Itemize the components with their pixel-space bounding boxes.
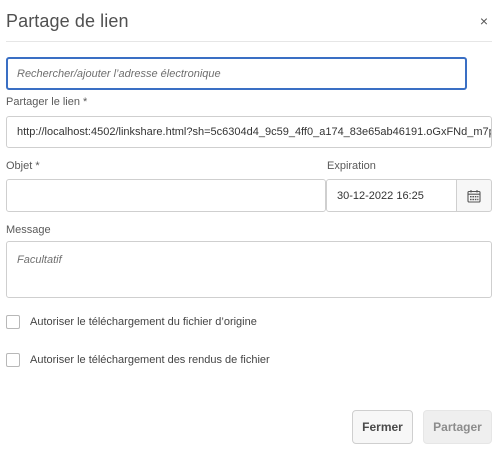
- message-label: Message: [6, 224, 51, 236]
- close-button[interactable]: Fermer: [352, 410, 413, 444]
- header-divider: [6, 41, 492, 42]
- search-placeholder: Rechercher/ajouter l’adresse électroniqu…: [17, 67, 221, 80]
- share-link-label: Partager le lien *: [6, 96, 88, 108]
- allow-renditions-download-checkbox[interactable]: [6, 353, 20, 367]
- subject-field[interactable]: [6, 179, 326, 212]
- share-link-field[interactable]: http://localhost:4502/linkshare.html?sh=…: [6, 116, 492, 148]
- close-icon[interactable]: ×: [478, 14, 490, 28]
- calendar-icon: [467, 189, 481, 203]
- calendar-button[interactable]: [456, 179, 492, 212]
- subject-label: Objet *: [6, 160, 40, 172]
- expiration-date-field[interactable]: 30-12-2022 16:25: [326, 179, 457, 212]
- share-button[interactable]: Partager: [423, 410, 492, 444]
- allow-original-download-label[interactable]: Autoriser le téléchargement du fichier d…: [30, 316, 257, 328]
- message-textarea[interactable]: Facultatif: [6, 241, 492, 298]
- email-search-input[interactable]: Rechercher/ajouter l’adresse électroniqu…: [6, 57, 467, 90]
- allow-original-download-checkbox[interactable]: [6, 315, 20, 329]
- allow-renditions-download-label[interactable]: Autoriser le téléchargement des rendus d…: [30, 354, 270, 366]
- dialog-title: Partage de lien: [6, 11, 129, 31]
- expiration-label: Expiration: [327, 160, 376, 172]
